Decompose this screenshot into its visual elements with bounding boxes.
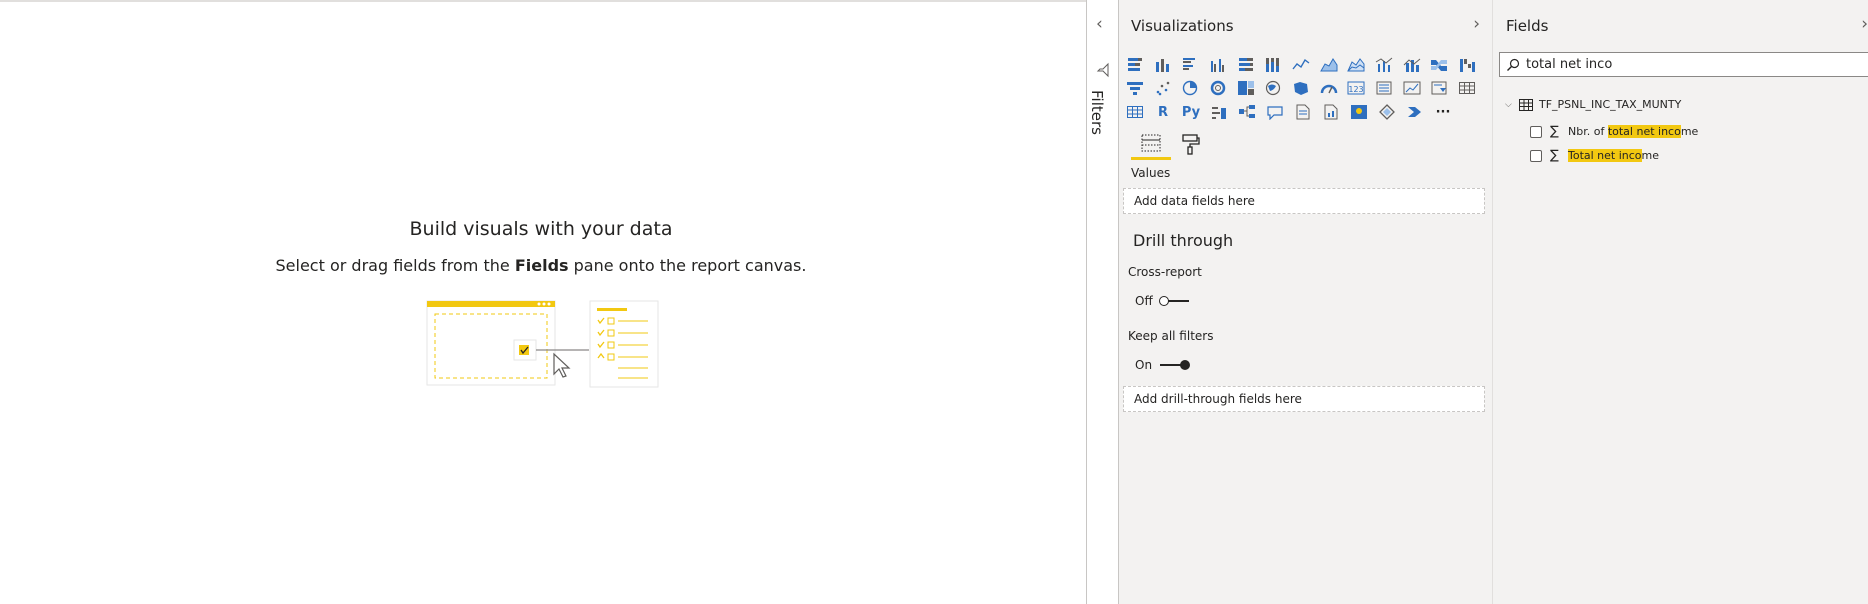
python-visual-icon[interactable]: Py (1177, 100, 1205, 124)
field-checkbox[interactable] (1530, 149, 1542, 162)
power-apps-icon[interactable] (1373, 100, 1401, 124)
subtitle-bold: Fields (514, 256, 569, 275)
format-tab[interactable] (1171, 128, 1211, 160)
chevron-right-icon[interactable]: › (1861, 14, 1868, 34)
field-search-box[interactable] (1499, 52, 1868, 77)
drill-through-well[interactable]: Add drill-through fields here (1123, 386, 1485, 412)
fields-build-tab[interactable] (1131, 128, 1171, 160)
cross-report-label: Cross-report (1128, 265, 1202, 279)
keep-filters-state: On (1135, 358, 1153, 372)
fields-pane: Fields › ⌵ TF_PSNL_INC_TAX_MUNTY ∑ Nbr. … (1493, 0, 1868, 604)
visual-row: 123 (1121, 76, 1481, 100)
field-item[interactable]: ∑ Nbr. of total net income (1530, 124, 1698, 139)
line-stacked-column-icon[interactable] (1398, 52, 1426, 76)
stacked-area-icon[interactable] (1343, 52, 1371, 76)
table-node[interactable]: ⌵ TF_PSNL_INC_TAX_MUNTY (1505, 98, 1681, 111)
cross-report-toggle-row: Off (1135, 294, 1191, 308)
key-influencers-icon[interactable] (1205, 100, 1233, 124)
decomposition-tree-icon[interactable] (1233, 100, 1261, 124)
search-icon (1507, 58, 1520, 71)
line-icon[interactable] (1287, 52, 1315, 76)
azure-map-icon[interactable] (1345, 100, 1373, 124)
gauge-icon[interactable] (1315, 76, 1343, 100)
table-icon (1519, 98, 1533, 111)
build-fields-icon (1141, 134, 1161, 151)
treemap-icon[interactable] (1232, 76, 1260, 100)
funnel-icon (1096, 62, 1109, 78)
search-highlight: Total net inco (1568, 149, 1642, 162)
visualizations-pane: Visualizations › 123 R Py ··· Values Add da… (1119, 0, 1493, 604)
chevron-left-icon[interactable]: ‹ (1096, 14, 1103, 34)
keep-filters-toggle-row: On (1135, 358, 1191, 372)
report-canvas[interactable]: Build visuals with your data Select or d… (0, 0, 1086, 604)
stacked-bar-icon[interactable] (1121, 52, 1149, 76)
100-stacked-bar-icon[interactable] (1232, 52, 1260, 76)
more-icon[interactable]: ··· (1429, 100, 1457, 124)
smart-narrative-icon[interactable] (1289, 100, 1317, 124)
line-clustered-column-icon[interactable] (1370, 52, 1398, 76)
table-name: TF_PSNL_INC_TAX_MUNTY (1539, 98, 1682, 111)
r-visual-icon[interactable]: R (1149, 100, 1177, 124)
search-highlight: total net inco (1607, 125, 1681, 138)
visual-type-gallery: 123 R Py ··· (1121, 52, 1481, 124)
slicer-icon[interactable] (1426, 76, 1454, 100)
field-item[interactable]: ∑ Total net income (1530, 148, 1659, 163)
sigma-icon: ∑ (1550, 124, 1559, 139)
pie-icon[interactable] (1176, 76, 1204, 100)
values-label: Values (1131, 166, 1171, 180)
kpi-icon[interactable] (1398, 76, 1426, 100)
chevron-right-icon[interactable]: › (1473, 14, 1480, 34)
scatter-icon[interactable] (1149, 76, 1177, 100)
field-name-post: me (1680, 125, 1699, 138)
card-icon[interactable]: 123 (1343, 76, 1371, 100)
qa-icon[interactable] (1261, 100, 1289, 124)
field-checkbox[interactable] (1530, 125, 1542, 138)
chevron-down-icon[interactable]: ⌵ (1505, 100, 1517, 110)
sigma-icon: ∑ (1550, 148, 1559, 163)
filled-map-icon[interactable] (1287, 76, 1315, 100)
matrix-icon[interactable] (1121, 100, 1149, 124)
paint-roller-icon (1182, 134, 1200, 155)
multi-row-card-icon[interactable] (1370, 76, 1398, 100)
empty-state-illustration (426, 300, 659, 388)
fields-title: Fields (1506, 17, 1549, 35)
paginated-report-icon[interactable] (1317, 100, 1345, 124)
cross-report-state: Off (1135, 294, 1153, 308)
empty-state-title: Build visuals with your data (409, 218, 673, 240)
funnel-icon[interactable] (1121, 76, 1149, 100)
map-icon[interactable] (1259, 76, 1287, 100)
power-automate-icon[interactable] (1401, 100, 1429, 124)
table-icon[interactable] (1453, 76, 1481, 100)
clustered-bar-icon[interactable] (1176, 52, 1204, 76)
drill-through-title: Drill through (1133, 231, 1234, 250)
waterfall-icon[interactable] (1453, 52, 1481, 76)
visual-row (1121, 52, 1481, 76)
field-name: Nbr. of total net income (1568, 125, 1698, 138)
subtitle-post: pane onto the report canvas. (568, 256, 807, 275)
keep-filters-label: Keep all filters (1128, 329, 1214, 343)
visual-row: R Py ··· (1121, 100, 1481, 124)
search-input[interactable] (1526, 57, 1856, 72)
cross-report-toggle[interactable] (1158, 295, 1191, 307)
empty-state-subtitle: Select or drag fields from the Fields pa… (0, 256, 1082, 275)
svg-text:123: 123 (1349, 85, 1364, 94)
keep-filters-toggle[interactable] (1158, 359, 1191, 371)
filters-label[interactable]: Filters (1088, 90, 1106, 135)
visualizations-title: Visualizations (1131, 17, 1234, 35)
100-stacked-column-icon[interactable] (1259, 52, 1287, 76)
subtitle-pre: Select or drag fields from the (275, 256, 515, 275)
area-icon[interactable] (1315, 52, 1343, 76)
filters-pane-collapsed[interactable]: ‹ Filters (1086, 0, 1119, 604)
field-name-pre: Nbr. of (1568, 125, 1608, 138)
field-name-post: me (1641, 149, 1660, 162)
donut-icon[interactable] (1204, 76, 1232, 100)
stacked-column-icon[interactable] (1149, 52, 1177, 76)
field-name: Total net income (1568, 149, 1659, 162)
clustered-column-icon[interactable] (1204, 52, 1232, 76)
values-well[interactable]: Add data fields here (1123, 188, 1485, 214)
ribbon-icon[interactable] (1426, 52, 1454, 76)
